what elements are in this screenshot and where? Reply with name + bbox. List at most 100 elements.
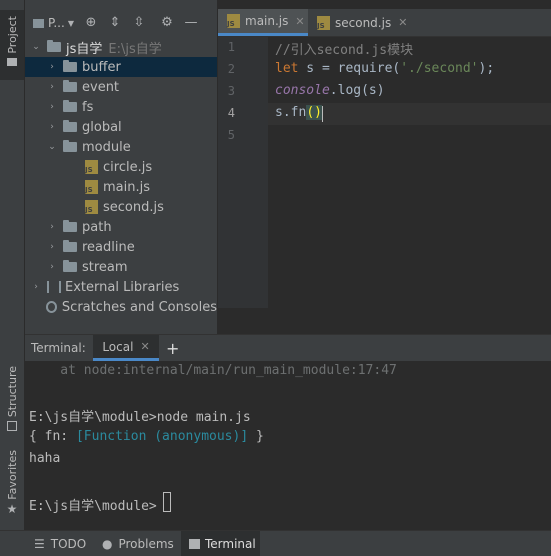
terminal-header: Terminal: Local ✕ + [25, 334, 551, 362]
line-number: 4 [227, 106, 235, 120]
code-text: s.fn [275, 105, 307, 120]
tree-folder-fs[interactable]: › fs [25, 97, 217, 117]
favorites-tool-tab[interactable]: Favorites ★ [0, 450, 24, 522]
folder-icon [63, 260, 77, 272]
terminal-title: Terminal: [31, 341, 86, 355]
chevron-right-icon[interactable]: › [47, 82, 57, 92]
close-icon[interactable]: ✕ [140, 340, 149, 353]
folder-icon [63, 240, 77, 252]
terminal-line: haha [29, 451, 61, 466]
code-text: .log(s) [329, 83, 385, 98]
close-icon[interactable]: ✕ [295, 15, 304, 28]
tree-scratches[interactable]: Scratches and Consoles [25, 297, 217, 317]
line-number: 5 [227, 128, 235, 142]
tree-path: E:\js自学 [108, 41, 162, 57]
problems-label: Problems [118, 536, 174, 551]
tree-external-libraries[interactable]: › External Libraries [25, 277, 217, 297]
library-icon [47, 281, 61, 293]
tree-label: global [82, 119, 122, 135]
problems-tool-button[interactable]: ● Problems [96, 531, 176, 556]
minimize-icon[interactable]: — [184, 16, 198, 30]
todo-tool-button[interactable]: ☰ TODO [28, 531, 90, 556]
code-text: ); [478, 61, 495, 76]
tree-folder-path[interactable]: › path [25, 217, 217, 237]
terminal-tool-button[interactable]: Terminal [181, 531, 260, 556]
code-line-2: let s = require('./second'); [275, 61, 494, 76]
tree-label: module [82, 139, 131, 155]
folder-icon [63, 140, 77, 152]
editor-gutter [218, 37, 268, 308]
code-global-object: console [275, 83, 330, 98]
code-line-4: s.fn() [275, 105, 322, 120]
terminal-text: } [248, 429, 264, 444]
code-comment: //引入second.js模块 [275, 43, 414, 58]
expand-all-icon[interactable]: ⇕ [108, 16, 122, 30]
chevron-right-icon[interactable]: › [47, 242, 57, 252]
editor-area[interactable] [268, 37, 551, 308]
tab-label: Local [102, 339, 134, 354]
terminal-text: { fn: [29, 429, 76, 444]
text-caret [322, 106, 323, 122]
matched-bracket: ) [314, 105, 322, 120]
chevron-down-icon[interactable]: ⌄ [31, 42, 41, 52]
terminal-prompt: E:\js自学\module> [29, 499, 157, 514]
chevron-down-icon[interactable]: ▼ [68, 19, 74, 28]
line-number: 2 [227, 62, 235, 76]
favorites-tool-label: Favorites [5, 450, 19, 500]
terminal-line: E:\js自学\module>node main.js [29, 410, 251, 425]
tree-folder-readline[interactable]: › readline [25, 237, 217, 257]
chevron-right-icon[interactable]: › [47, 262, 57, 272]
chevron-right-icon[interactable]: › [47, 122, 57, 132]
chevron-right-icon[interactable]: › [31, 282, 41, 292]
tree-folder-global[interactable]: › global [25, 117, 217, 137]
terminal-icon [189, 538, 200, 549]
tree-label: second.js [103, 199, 164, 215]
bottom-tool-bar: ☰ TODO ● Problems Terminal [0, 530, 551, 556]
tree-folder-event[interactable]: › event [25, 77, 217, 97]
tree-file-main[interactable]: JS main.js [25, 177, 217, 197]
chevron-right-icon[interactable]: › [47, 62, 57, 72]
collapse-all-icon[interactable]: ⇳ [132, 16, 146, 30]
tab-label: main.js [245, 14, 289, 28]
terminal-line: at node:internal/main/run_main_module:17… [29, 363, 397, 378]
tree-folder-stream[interactable]: › stream [25, 257, 217, 277]
code-string: './second' [400, 61, 479, 76]
folder-icon [33, 18, 44, 28]
project-tool-label: Project [5, 16, 19, 54]
structure-icon [7, 421, 17, 432]
tree-label: Scratches and Consoles [61, 299, 217, 315]
new-terminal-button[interactable]: + [166, 335, 179, 361]
matched-bracket: ( [306, 105, 315, 120]
folder-icon [63, 60, 77, 72]
close-icon[interactable]: ✕ [398, 16, 407, 29]
structure-tool-tab[interactable]: Structure [0, 366, 24, 436]
code-line-1: //引入second.js模块 [275, 39, 413, 58]
js-file-icon: JS [85, 160, 98, 174]
project-panel-header: P... ▼ ⊕ ⇕ ⇳ ⚙ — [25, 9, 217, 37]
project-view-selector[interactable]: P... [48, 16, 65, 30]
chevron-right-icon[interactable]: › [47, 102, 57, 112]
tree-root-folder[interactable]: ⌄ js自学 E:\js自学 [25, 37, 217, 57]
gear-icon[interactable]: ⚙ [160, 16, 174, 30]
tree-label: buffer [82, 59, 121, 75]
folder-icon [63, 80, 77, 92]
project-tool-tab[interactable]: Project [0, 10, 24, 80]
todo-label: TODO [50, 536, 87, 551]
terminal-label: Terminal [205, 536, 256, 551]
tree-folder-module[interactable]: ⌄ module [25, 137, 217, 157]
js-file-icon: JS [85, 200, 98, 214]
locate-icon[interactable]: ⊕ [84, 16, 98, 30]
terminal-tab-local[interactable]: Local ✕ [93, 335, 159, 361]
folder-icon [63, 220, 77, 232]
terminal-function-text: [Function (anonymous)] [75, 429, 249, 444]
chevron-right-icon[interactable]: › [47, 222, 57, 232]
star-icon: ★ [6, 501, 18, 516]
chevron-down-icon[interactable]: ⌄ [47, 142, 57, 152]
tree-label: path [82, 219, 112, 235]
tree-label: js自学 [66, 41, 103, 57]
tab-second-js[interactable]: JS second.js ✕ [308, 9, 408, 36]
tab-main-js[interactable]: JS main.js ✕ [218, 9, 308, 36]
tree-folder-buffer[interactable]: › buffer [25, 57, 217, 77]
tree-file-circle[interactable]: JS circle.js [25, 157, 217, 177]
tree-file-second[interactable]: JS second.js [25, 197, 217, 217]
